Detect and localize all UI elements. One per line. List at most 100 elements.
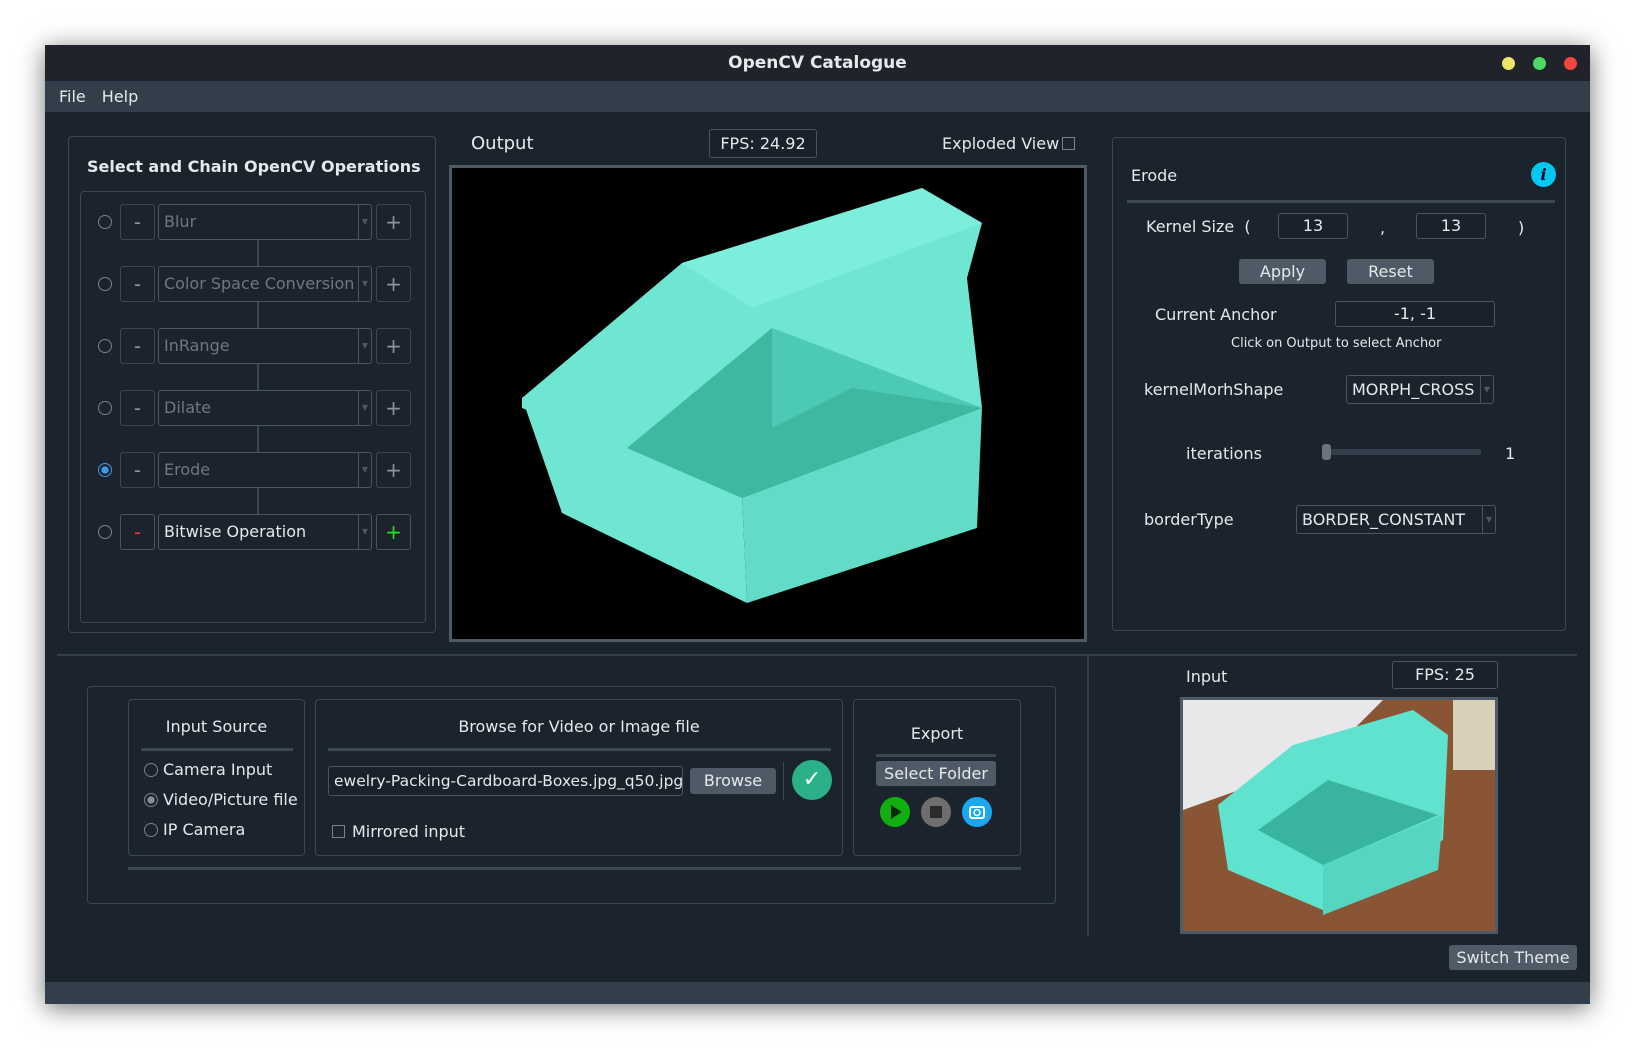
menu-bar: File Help	[45, 81, 1590, 112]
app-window: OpenCV Catalogue File Help Select and Cha…	[45, 45, 1590, 1004]
paren-open: (	[1244, 217, 1251, 236]
switch-theme-button[interactable]: Switch Theme	[1449, 945, 1577, 970]
chevron-down-icon: ▼	[358, 329, 371, 363]
chevron-down-icon: ▼	[358, 267, 371, 301]
radio[interactable]	[144, 793, 158, 807]
remove-operation-button[interactable]: -	[120, 266, 155, 302]
stop-icon	[930, 806, 942, 818]
add-operation-button[interactable]: +	[376, 514, 411, 550]
operation-name: Blur	[164, 212, 197, 231]
operations-panel: Select and Chain OpenCV Operations - Blu…	[68, 136, 436, 633]
exploded-view-label: Exploded View	[942, 134, 1060, 153]
camera-icon	[969, 806, 985, 819]
menu-file[interactable]: File	[51, 81, 94, 112]
file-path-input[interactable]: ewelry-Packing-Cardboard-Boxes.jpg_q50.j…	[328, 766, 683, 796]
operation-select[interactable]: Dilate ▼	[158, 390, 372, 426]
remove-operation-button[interactable]: -	[120, 204, 155, 240]
input-source-title: Input Source	[165, 717, 268, 736]
kernel-width-input[interactable]: 13	[1278, 213, 1348, 239]
exploded-view-checkbox[interactable]	[1062, 137, 1075, 150]
input-controls-group: Input Source Camera Input Video/Picture f…	[87, 686, 1056, 904]
play-icon	[891, 805, 902, 819]
select-folder-button[interactable]: Select Folder	[876, 761, 996, 786]
chevron-down-icon: ▼	[358, 391, 371, 425]
browse-button[interactable]: Browse	[690, 768, 776, 794]
operation-row: - Dilate ▼ +	[81, 390, 421, 426]
divider	[876, 754, 996, 757]
divider	[141, 748, 293, 751]
input-fps: FPS: 25	[1392, 661, 1498, 689]
status-bar	[45, 982, 1590, 1004]
chain-connector	[257, 240, 259, 266]
menu-help[interactable]: Help	[94, 81, 146, 112]
remove-operation-button[interactable]: -	[120, 514, 155, 550]
chain-connector	[257, 302, 259, 328]
check-icon: ✓	[792, 760, 832, 800]
operation-radio[interactable]	[98, 339, 112, 353]
remove-operation-button[interactable]: -	[120, 452, 155, 488]
operation-name: Erode	[164, 460, 211, 479]
play-button[interactable]	[880, 797, 910, 827]
shape-select[interactable]: MORPH_CROSS ▼	[1346, 375, 1494, 404]
add-operation-button[interactable]: +	[376, 266, 411, 302]
operation-select[interactable]: Color Space Conversion ▼	[158, 266, 372, 302]
params-title: Erode	[1131, 166, 1178, 185]
operation-radio[interactable]	[98, 215, 112, 229]
chevron-down-icon: ▼	[1482, 506, 1495, 533]
border-type-select[interactable]: BORDER_CONSTANT ▼	[1296, 505, 1496, 534]
kernel-height-input[interactable]: 13	[1416, 213, 1486, 239]
radio[interactable]	[144, 823, 158, 837]
input-label: Input	[1186, 667, 1228, 686]
operation-select[interactable]: InRange ▼	[158, 328, 372, 364]
reset-button[interactable]: Reset	[1347, 259, 1434, 284]
separator-vertical	[1087, 656, 1089, 936]
add-operation-button[interactable]: +	[376, 390, 411, 426]
slider-handle[interactable]	[1322, 444, 1331, 460]
anchor-value: -1, -1	[1335, 301, 1495, 327]
operation-radio[interactable]	[98, 401, 112, 415]
maximize-button[interactable]	[1533, 57, 1546, 70]
iterations-slider[interactable]	[1322, 444, 1481, 460]
parameters-panel: Erode i Kernel Size ( 13 , 13 ) Apply Re…	[1112, 137, 1566, 631]
add-operation-button[interactable]: +	[376, 204, 411, 240]
input-photo	[1183, 700, 1495, 931]
snapshot-button[interactable]	[962, 797, 992, 827]
stop-button[interactable]	[921, 797, 951, 827]
add-operation-button[interactable]: +	[376, 452, 411, 488]
operation-radio[interactable]	[98, 277, 112, 291]
input-source-group: Input Source Camera Input Video/Picture f…	[128, 699, 305, 856]
option-label: IP Camera	[163, 820, 246, 839]
info-icon[interactable]: i	[1531, 162, 1556, 187]
browse-group: Browse for Video or Image file ewelry-Pa…	[315, 699, 843, 856]
remove-operation-button[interactable]: -	[120, 328, 155, 364]
add-operation-button[interactable]: +	[376, 328, 411, 364]
radio[interactable]	[144, 763, 158, 777]
title-bar: OpenCV Catalogue	[45, 45, 1590, 81]
operation-name: Color Space Conversion	[164, 274, 355, 293]
operation-name: Dilate	[164, 398, 212, 417]
operation-name: InRange	[164, 336, 230, 355]
mirrored-checkbox[interactable]	[332, 825, 345, 838]
apply-button[interactable]: Apply	[1239, 259, 1326, 284]
chevron-down-icon: ▼	[358, 515, 371, 549]
minimize-button[interactable]	[1502, 57, 1515, 70]
close-button[interactable]	[1564, 57, 1577, 70]
operation-name: Bitwise Operation	[164, 522, 307, 541]
output-box-image	[522, 188, 982, 603]
chain-connector	[257, 488, 259, 514]
operations-list: - Blur ▼ + - Color Space Conversion ▼ + - …	[80, 191, 426, 623]
operation-select[interactable]: Bitwise Operation ▼	[158, 514, 372, 550]
operation-radio[interactable]	[98, 525, 112, 539]
operation-select[interactable]: Blur ▼	[158, 204, 372, 240]
operation-radio[interactable]	[98, 463, 112, 477]
border-type-value: BORDER_CONSTANT	[1302, 510, 1466, 529]
chevron-down-icon: ▼	[1480, 376, 1493, 403]
chain-connector	[257, 426, 259, 452]
kernel-comma: ,	[1380, 218, 1386, 237]
operation-row: - InRange ▼ +	[81, 328, 421, 364]
remove-operation-button[interactable]: -	[120, 390, 155, 426]
output-image[interactable]	[449, 165, 1087, 642]
operation-select[interactable]: Erode ▼	[158, 452, 372, 488]
chevron-down-icon: ▼	[358, 453, 371, 487]
divider	[1127, 200, 1555, 203]
